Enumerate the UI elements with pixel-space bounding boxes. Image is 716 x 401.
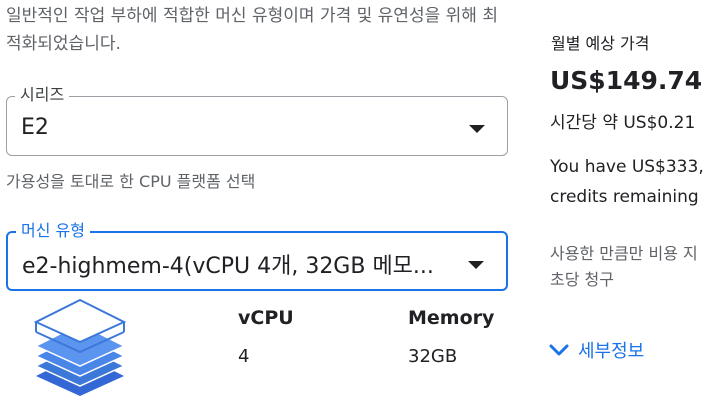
series-select[interactable]: 시리즈 E2 [6,85,508,156]
chevron-down-icon [549,344,569,356]
caret-down-icon [469,125,485,133]
usage-line-1: 사용한 만큼만 비용 지 [550,244,698,263]
hourly-price: 시간당 약 US$0.21 [550,113,696,133]
caret-down-icon [468,261,484,269]
details-toggle[interactable]: 세부정보 [546,337,644,363]
machine-type-label: 머신 유형 [16,221,90,241]
usage-line-2: 초당 청구 [550,270,614,289]
credits-line-1: You have US$333, [550,157,704,177]
cpu-platform-hint: 가용성을 토대로 한 CPU 플랫폼 선택 [6,172,256,191]
machine-family-description: 일반적인 작업 부하에 적합한 머신 유형이며 가격 및 유연성을 위해 최적화… [6,6,498,54]
series-value: E2 [21,115,49,140]
usage-billing-note: 사용한 만큼만 비용 지 초당 청구 [550,241,698,293]
machine-type-select[interactable]: 머신 유형 e2-highmem-4(vCPU 4개, 32GB 메모... [6,221,508,291]
series-label: 시리즈 [15,85,70,105]
stacked-layers-icon [33,298,127,396]
machine-type-value: e2-highmem-4(vCPU 4개, 32GB 메모... [22,254,434,279]
credits-remaining: You have US$333, credits remaining [550,152,704,212]
credits-line-2: credits remaining [550,187,699,207]
vcpu-value: 4 [238,346,250,367]
memory-value: 32GB [408,346,458,367]
details-label: 세부정보 [578,341,645,362]
vcpu-header: vCPU [238,307,294,329]
monthly-price: US$149.74 [550,66,703,95]
memory-header: Memory [408,307,495,329]
monthly-estimate-label: 월별 예상 가격 [551,34,650,53]
